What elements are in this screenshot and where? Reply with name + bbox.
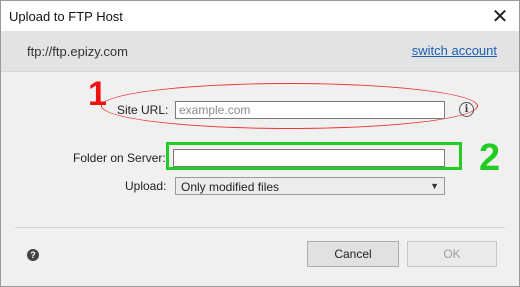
- folder-on-server-label: Folder on Server:: [73, 151, 166, 165]
- title-bar: Upload to FTP Host ✕: [1, 1, 519, 31]
- annotation-number-2: 2: [479, 137, 501, 179]
- switch-account-link[interactable]: switch account: [412, 43, 497, 58]
- ok-button[interactable]: OK: [407, 241, 497, 267]
- ftp-host-label: ftp://ftp.epizy.com: [27, 44, 128, 59]
- folder-on-server-input[interactable]: [173, 149, 445, 167]
- upload-label: Upload:: [125, 179, 167, 193]
- host-header: ftp://ftp.epizy.com switch account: [1, 31, 519, 72]
- chevron-down-icon: ▼: [430, 181, 439, 191]
- footer-divider: [15, 227, 505, 228]
- site-url-label: Site URL:: [117, 103, 169, 117]
- annotation-number-1: 1: [88, 75, 107, 113]
- cancel-button[interactable]: Cancel: [307, 241, 399, 267]
- window-title: Upload to FTP Host: [9, 9, 123, 24]
- site-url-input[interactable]: [175, 101, 445, 119]
- ftp-upload-dialog: Upload to FTP Host ✕ ftp://ftp.epizy.com…: [0, 0, 520, 287]
- info-icon[interactable]: i: [459, 102, 474, 117]
- close-icon[interactable]: ✕: [481, 1, 519, 31]
- upload-mode-value: Only modified files: [181, 180, 280, 194]
- help-icon[interactable]: ?: [27, 249, 39, 261]
- upload-mode-select[interactable]: Only modified files ▼: [175, 177, 445, 195]
